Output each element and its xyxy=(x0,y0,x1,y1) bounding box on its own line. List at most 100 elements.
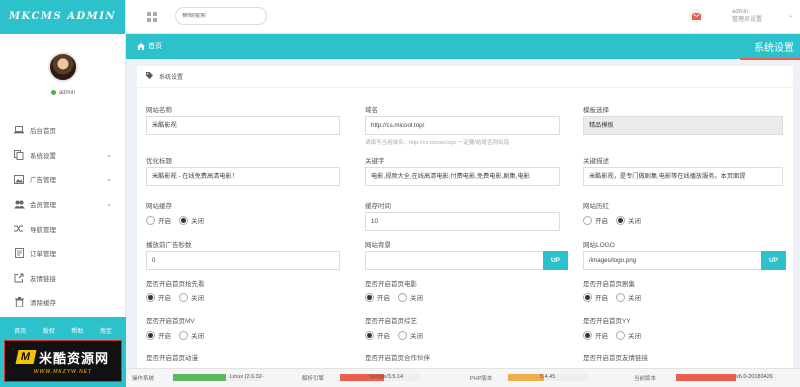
radio-button[interactable] xyxy=(616,292,625,302)
chevron-down-icon: ⌄ xyxy=(106,201,112,209)
gray-mode-on[interactable]: 开启 xyxy=(583,215,608,225)
site-cache-on[interactable]: 开启 xyxy=(146,215,171,225)
footer-link-home[interactable]: 首页 xyxy=(14,326,26,335)
radio-button[interactable] xyxy=(179,330,188,340)
home-movie-on[interactable]: 开启 xyxy=(365,292,390,302)
radio-button[interactable] xyxy=(365,330,374,340)
sidebar-item-links[interactable]: 友情链接 xyxy=(0,266,126,291)
home-preview-off[interactable]: 关闭 xyxy=(179,292,204,302)
sidebar-item-clear-cache[interactable]: 清除缓存 xyxy=(0,290,126,315)
stat-php-value: 5.4.45 xyxy=(540,374,556,380)
site-bg-input[interactable] xyxy=(365,251,543,270)
top-bar: admin 管理员设置 ⌄ xyxy=(126,0,800,34)
sidebar-item-members[interactable]: 会员管理 ⌄ xyxy=(0,192,126,217)
image-icon xyxy=(13,174,25,184)
list-icon xyxy=(13,248,25,259)
radio-button[interactable] xyxy=(146,215,155,225)
mail-icon[interactable] xyxy=(689,9,703,23)
home-mv-off[interactable]: 关闭 xyxy=(179,330,204,340)
search-input[interactable] xyxy=(182,13,254,19)
radio-button[interactable] xyxy=(146,330,155,340)
radio-label: 关闭 xyxy=(191,218,204,225)
sidebar-item-ads[interactable]: 广告管理 ⌄ xyxy=(0,167,126,192)
home-variety-radio-group: 开启 关闭 xyxy=(365,330,431,340)
domain-input[interactable]: http://cs.micool.top/ xyxy=(365,116,560,135)
cache-time-input[interactable]: 10 xyxy=(365,212,560,231)
gray-mode-off[interactable]: 关闭 xyxy=(616,215,641,225)
home-series-off[interactable]: 关闭 xyxy=(616,292,641,302)
online-dot-icon xyxy=(50,90,56,95)
breadcrumb[interactable]: 首页 xyxy=(137,41,162,51)
site-logo-upload-button[interactable]: UP xyxy=(761,251,786,270)
brand-title[interactable]: MKCMS ADMIN xyxy=(0,0,125,34)
home-variety-on[interactable]: 开启 xyxy=(365,330,390,340)
home-mv-on[interactable]: 开启 xyxy=(146,330,171,340)
home-movie-radio-group: 开启 关闭 xyxy=(365,292,431,302)
home-preview-on[interactable]: 开启 xyxy=(146,292,171,302)
stat-php-bar-fill xyxy=(508,374,544,381)
grid-icon[interactable] xyxy=(147,12,157,22)
home-movie-off[interactable]: 关闭 xyxy=(398,292,423,302)
site-logo-input[interactable]: /images/logo.png xyxy=(583,251,761,270)
site-logo[interactable]: M 米酷资源网 WWW.MKZYW.NET xyxy=(4,340,122,382)
home-mv-radio-group: 开启 关闭 xyxy=(146,330,212,340)
seo-title-input[interactable]: 米酷影视 - 在线免费高清电影！ xyxy=(146,167,340,186)
logo-mark-icon: M xyxy=(15,350,37,364)
radio-button[interactable] xyxy=(398,330,407,340)
template-select[interactable]: 精品模板 xyxy=(583,116,783,135)
domain-label: 域名 xyxy=(365,107,378,114)
home-yy-on[interactable]: 开启 xyxy=(583,330,608,340)
sidebar-item-label: 系统设置 xyxy=(30,152,56,160)
sidebar-item-navigation[interactable]: 导航管理 xyxy=(0,216,126,241)
radio-button[interactable] xyxy=(179,292,188,302)
trash-icon xyxy=(13,297,25,308)
radio-button[interactable] xyxy=(146,292,155,302)
chevron-down-icon: ⌄ xyxy=(788,13,794,19)
radio-button[interactable] xyxy=(583,330,592,340)
footer-link-help[interactable]: 帮助 xyxy=(71,326,83,335)
sidebar-item-system-settings[interactable]: 系统设置 ⌄ xyxy=(0,143,126,168)
site-cache-label: 网站缓存 xyxy=(146,203,172,210)
sidebar-item-dashboard[interactable]: 后台首页 xyxy=(0,118,126,143)
footer-link-copyright[interactable]: 版权 xyxy=(43,326,55,335)
sidebar-item-orders[interactable]: 订单管理 xyxy=(0,241,126,266)
radio-button[interactable] xyxy=(398,292,407,302)
avatar[interactable] xyxy=(48,52,78,82)
admin-menu[interactable]: admin 管理员设置 ⌄ xyxy=(732,8,793,24)
status-bar: 操作系统 Linux (2.6.32- 解析引擎 kangle/3.5.14 P… xyxy=(126,368,800,387)
radio-button[interactable] xyxy=(365,292,374,302)
page-title-underline xyxy=(740,58,800,60)
sidebar-item-label: 清除缓存 xyxy=(30,300,56,308)
footer-link-taobao[interactable]: 淘宝 xyxy=(100,326,112,335)
radio-button[interactable] xyxy=(616,215,625,225)
ad-seconds-label: 播放前广告秒数 xyxy=(146,242,192,249)
home-yy-off[interactable]: 关闭 xyxy=(616,330,641,340)
ad-seconds-input[interactable]: 0 xyxy=(146,251,340,270)
panel-title: 系统设置 xyxy=(159,75,184,81)
stat-engine-value: kangle/3.5.14 xyxy=(370,374,404,380)
user-name: admin xyxy=(58,90,76,97)
site-bg-upload-button[interactable]: UP xyxy=(543,251,568,270)
home-series-on[interactable]: 开启 xyxy=(583,292,608,302)
user-status: admin xyxy=(0,90,126,96)
site-name-input[interactable]: 米酷影视 xyxy=(146,116,340,135)
logo-main: M 米酷资源网 xyxy=(15,348,109,367)
stat-version-value: v6.0-20180426 xyxy=(736,374,773,380)
home-variety-off[interactable]: 关闭 xyxy=(398,330,423,340)
radio-button[interactable] xyxy=(616,330,625,340)
site-cache-off[interactable]: 关闭 xyxy=(179,215,204,225)
radio-button[interactable] xyxy=(179,215,188,225)
template-label: 模板选择 xyxy=(583,107,609,114)
radio-button[interactable] xyxy=(583,215,592,225)
radio-label: 开启 xyxy=(158,218,171,225)
radio-button[interactable] xyxy=(583,292,592,302)
sidebar-item-label: 广告管理 xyxy=(30,177,56,185)
description-input[interactable]: 米酷影视，是专门做剧集,电影等在线播放服务。本页面提 xyxy=(583,167,783,186)
external-link-icon xyxy=(13,273,25,283)
keywords-input[interactable]: 电影,视频大全,在线高清电影,付费电影,免费电影,剧集,电影 xyxy=(365,167,560,186)
logo-text: 米酷资源网 xyxy=(38,350,109,366)
radio-label: 关闭 xyxy=(628,218,641,225)
panel-header: 系统设置 xyxy=(137,66,793,88)
footer-links: 首页 版权 帮助 淘宝 xyxy=(0,317,126,335)
radio-label: 关闭 xyxy=(410,295,423,302)
